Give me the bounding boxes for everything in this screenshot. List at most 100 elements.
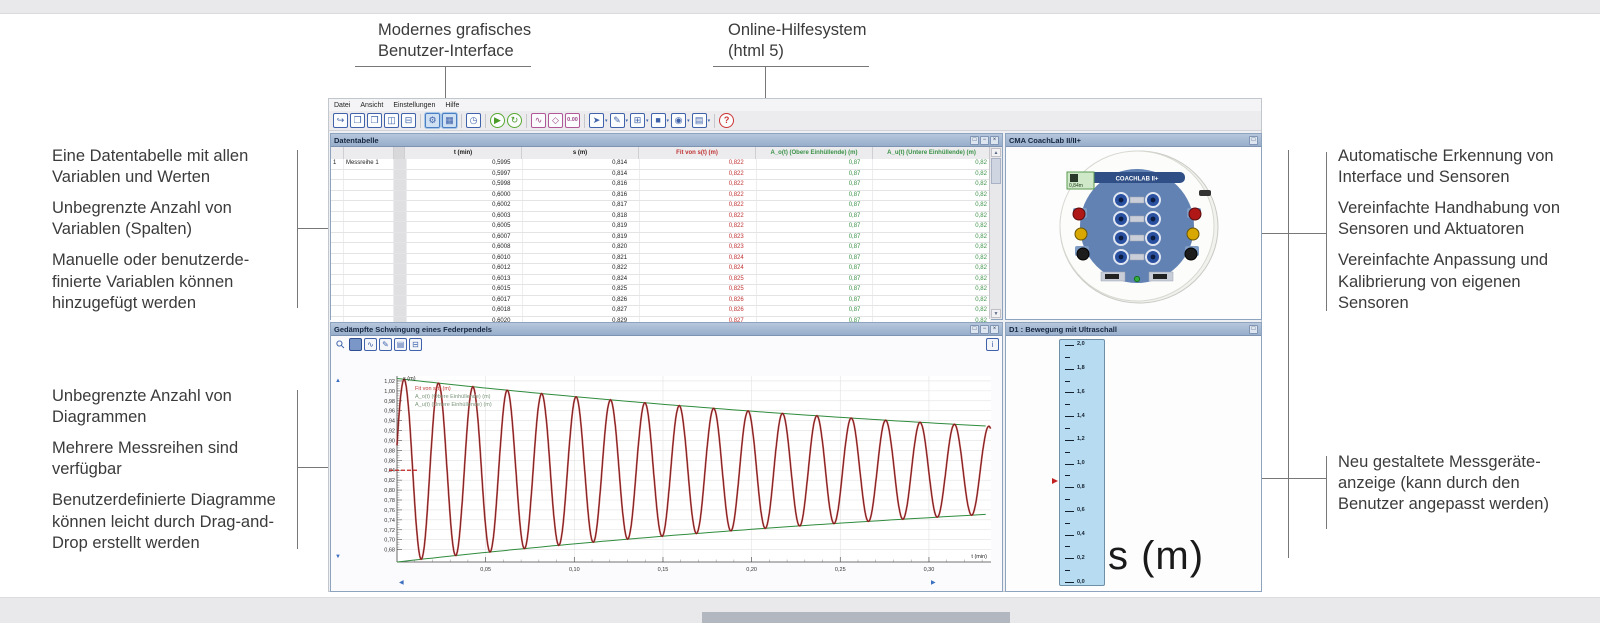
- scroll-left-icon[interactable]: ◀: [399, 579, 404, 586]
- dropdown-arrow-icon[interactable]: ▾: [626, 118, 629, 124]
- replay-button-icon[interactable]: ↻: [507, 113, 522, 128]
- meter-tick-label: 1,6: [1077, 389, 1085, 395]
- table-row[interactable]: 0,60150,8250,8250,870,82: [331, 285, 991, 296]
- svg-text:0,72: 0,72: [384, 528, 395, 534]
- menu-einstellungen[interactable]: Einstellungen: [393, 102, 435, 109]
- print-graph-icon[interactable]: ⊟: [409, 338, 422, 351]
- panel-title: Gedämpfte Schwingung eines Federpendels: [334, 325, 492, 334]
- meter-button-icon[interactable]: ◇: [548, 113, 563, 128]
- meter-tick: [1065, 546, 1070, 547]
- open-activity-button-icon[interactable]: ❐: [350, 113, 365, 128]
- value-display-button-icon[interactable]: 0.00: [565, 113, 580, 128]
- toolbar-separator: [420, 114, 421, 128]
- panel-title: CMA CoachLab II/II+: [1009, 136, 1081, 145]
- print-button-icon[interactable]: ⊟: [401, 113, 416, 128]
- pan-select-icon[interactable]: [349, 338, 362, 351]
- start-measurement-button-icon[interactable]: ▶: [490, 113, 505, 128]
- table-row[interactable]: 0,60030,8180,8220,870,82: [331, 212, 991, 223]
- scroll-up-icon[interactable]: ▲: [991, 148, 1001, 157]
- svg-text:0,98: 0,98: [384, 399, 395, 405]
- column-header[interactable]: s (m): [522, 147, 639, 159]
- activity-options-button-icon[interactable]: ➤: [589, 113, 604, 128]
- table-scrollbar[interactable]: ▲ ▼: [989, 147, 1002, 319]
- settings-button-icon[interactable]: ⚙: [425, 113, 440, 128]
- help-button-icon[interactable]: ?: [719, 113, 734, 128]
- document-button-icon[interactable]: ▤: [692, 113, 707, 128]
- oscillation-chart[interactable]: 0,680,700,720,740,760,780,800,820,840,86…: [371, 370, 995, 576]
- data-table-titlebar: Datentabelle □−×: [331, 134, 1002, 147]
- graph-info-button[interactable]: i: [986, 338, 999, 351]
- data-table-button-icon[interactable]: ▦: [442, 113, 457, 128]
- svg-text:0,25: 0,25: [835, 567, 846, 573]
- svg-text:s (m): s (m): [403, 376, 416, 382]
- meter-tick: [1065, 535, 1074, 536]
- annotation-data-table: Eine Datentabelle mit allen Variablen un…: [52, 146, 292, 324]
- meter-tick: [1065, 475, 1070, 476]
- scrollbar-thumb[interactable]: [991, 158, 1001, 184]
- column-header[interactable]: t (min): [405, 147, 522, 159]
- save-button-icon[interactable]: ◫: [384, 113, 399, 128]
- table-row[interactable]: 0,60100,8210,8240,870,82: [331, 254, 991, 265]
- dropdown-arrow-icon[interactable]: ▾: [667, 118, 670, 124]
- screen-button-icon[interactable]: ■: [651, 113, 666, 128]
- menu-hilfe[interactable]: Hilfe: [445, 102, 459, 109]
- zoom-icon[interactable]: ⚲: [331, 335, 349, 353]
- callout-spine: [1288, 150, 1289, 558]
- web-button-icon[interactable]: ◉: [671, 113, 686, 128]
- scroll-right-icon[interactable]: ▶: [931, 579, 936, 586]
- column-header[interactable]: A_o(t) (Obere Einhüllende) (m): [756, 147, 873, 159]
- edit-icon[interactable]: ✎: [379, 338, 392, 351]
- dropdown-arrow-icon[interactable]: ▾: [646, 118, 649, 124]
- table-row[interactable]: 0,60000,8160,8220,870,82: [331, 191, 991, 202]
- table-row[interactable]: 0,60080,8200,8230,870,82: [331, 243, 991, 254]
- close-icon[interactable]: ×: [990, 136, 999, 145]
- open-cma-activity-button-icon[interactable]: ❒: [367, 113, 382, 128]
- toolbar-separator: [485, 114, 486, 128]
- dropdown-arrow-icon[interactable]: ▾: [708, 118, 711, 124]
- axis-up-icon[interactable]: ▲: [335, 378, 341, 384]
- menu-datei[interactable]: Datei: [334, 102, 350, 109]
- annotation-online-help: Online-Hilfesystem (html 5): [728, 20, 908, 72]
- dropdown-arrow-icon[interactable]: ▾: [687, 118, 690, 124]
- export-icon[interactable]: ▤: [394, 338, 407, 351]
- dropdown-arrow-icon[interactable]: ▾: [605, 118, 608, 124]
- note-button-icon[interactable]: ✎: [610, 113, 625, 128]
- table-row[interactable]: 0,60050,8190,8220,870,82: [331, 222, 991, 233]
- table-row[interactable]: 0,60180,8270,8260,870,82: [331, 306, 991, 317]
- maximize-icon[interactable]: □: [1249, 325, 1258, 334]
- maximize-icon[interactable]: □: [1249, 136, 1258, 145]
- meter-scale[interactable]: 0,00,20,40,60,81,01,21,41,61,82,0: [1059, 339, 1105, 586]
- minimize-icon[interactable]: −: [980, 325, 989, 334]
- table-row[interactable]: 0,60130,8240,8250,870,82: [331, 275, 991, 286]
- close-icon[interactable]: ×: [990, 325, 999, 334]
- scroll-down-icon[interactable]: ▼: [991, 309, 1001, 318]
- table-row[interactable]: 1Messreihe 10,59950,8140,8220,870,82: [331, 159, 991, 170]
- table-row[interactable]: 0,60020,8170,8220,870,82: [331, 201, 991, 212]
- panel-button-icon[interactable]: ⊞: [630, 113, 645, 128]
- table-row[interactable]: 0,60170,8260,8260,870,82: [331, 296, 991, 307]
- table-row[interactable]: 0,60070,8190,8230,870,82: [331, 233, 991, 244]
- diagram-button-icon[interactable]: ∿: [531, 113, 546, 128]
- stopwatch-button-icon[interactable]: ◷: [466, 113, 481, 128]
- annotation-modern-ui: Modernes grafisches Benutzer-Interface: [378, 20, 568, 72]
- table-row[interactable]: 0,59980,8160,8220,870,82: [331, 180, 991, 191]
- callout-bracket: [1326, 456, 1327, 529]
- column-header[interactable]: A_u(t) (Untere Einhüllende) (m): [873, 147, 991, 159]
- maximize-icon[interactable]: □: [970, 325, 979, 334]
- minimize-icon[interactable]: −: [980, 136, 989, 145]
- table-row[interactable]: 0,59970,8140,8220,870,82: [331, 170, 991, 181]
- meter-tick: [1065, 404, 1070, 405]
- coachlab-titlebar: CMA CoachLab II/II+ □: [1006, 134, 1261, 147]
- maximize-icon[interactable]: □: [970, 136, 979, 145]
- axis-down-icon[interactable]: ▼: [335, 554, 341, 560]
- table-row[interactable]: 0,60120,8220,8240,870,82: [331, 264, 991, 275]
- column-header[interactable]: Fit von s(t) (m): [639, 147, 756, 159]
- diagram-options-icon[interactable]: ∿: [364, 338, 377, 351]
- exit-button-icon[interactable]: ↪: [333, 113, 348, 128]
- meter-tick-label: 2,0: [1077, 341, 1085, 347]
- toolbar-separator: [584, 114, 585, 128]
- meter-panel: D1 : Bewegung mit Ultraschall □ 0,00,20,…: [1005, 322, 1262, 592]
- meter-body: 0,00,20,40,60,81,01,21,41,61,82,0 s (m): [1006, 336, 1261, 591]
- menu-ansicht[interactable]: Ansicht: [360, 102, 383, 109]
- window-buttons: □−×: [970, 136, 999, 145]
